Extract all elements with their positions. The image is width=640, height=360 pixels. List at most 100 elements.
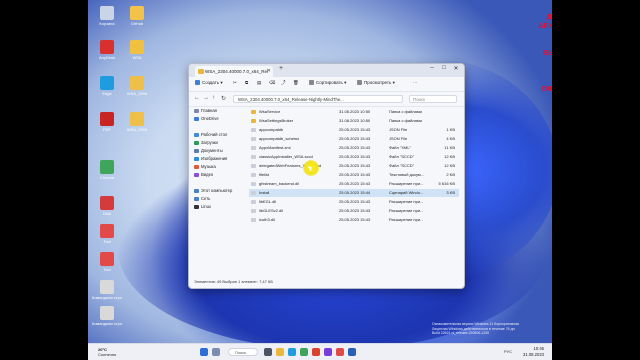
file-row[interactable]: appcompatdb_schema 25.05.2023 15:43 JSON F… (249, 135, 459, 143)
command-bar: Создать ▾ ✂ ⧉ ▤ ⌫ ⤴ 🗑 Сортировать ▾ Прос… (189, 77, 464, 92)
file-name: Install (259, 190, 270, 195)
navigation-pane: Главная OneDrive Рабочий стол Загрузки Докум… (189, 106, 247, 276)
file-row[interactable]: libGLESv2.dll 25.05.2023 15:43 Расширение … (249, 207, 459, 215)
cut-icon[interactable]: ✂ (233, 80, 237, 86)
sort-button[interactable]: Сортировать ▾ (309, 80, 346, 86)
desktop-icon[interactable]: Tool (92, 224, 122, 244)
file-row[interactable]: Install 25.05.2023 15:44 Сценарий Windo...… (249, 189, 459, 197)
delete-icon[interactable]: 🗑 (293, 80, 299, 86)
file-row[interactable]: AppxManifest.xml 25.05.2023 15:43 Файл "XM… (249, 144, 459, 152)
desktop-icon-label: Командная строка (92, 295, 122, 300)
file-explorer-icon[interactable] (276, 348, 284, 356)
sidebar-item[interactable]: Сеть (194, 196, 210, 201)
sidebar-item[interactable]: Видео (194, 172, 213, 177)
copy-icon[interactable]: ⧉ (245, 80, 248, 85)
file-date: 25.05.2023 15:43 (339, 208, 371, 213)
terminal-icon[interactable] (348, 348, 356, 356)
file-row[interactable]: gfxstream_backend.dll 25.05.2023 15:43 Рас… (249, 180, 459, 188)
window-titlebar[interactable]: WSA_2304.40000.7.0_x64_Rel ✕ + – □ ✕ (189, 64, 464, 77)
app-icon (100, 40, 114, 54)
desktop-icon[interactable]: PDF (92, 112, 122, 132)
address-bar[interactable]: WSA_2304.40000.7.0_x64_Release-Nightly-M… (233, 95, 403, 103)
store-icon[interactable] (312, 348, 320, 356)
sidebar-item[interactable]: Linux (194, 204, 211, 209)
file-explorer-window[interactable]: WSA_2304.40000.7.0_x64_Rel ✕ + – □ ✕ Соз… (188, 63, 465, 289)
desktop-icon-label: Tool (103, 267, 111, 272)
explorer-tab[interactable]: WSA_2304.40000.7.0_x64_Rel ✕ (195, 66, 273, 77)
share-icon[interactable]: ⤴ (281, 80, 286, 86)
file-row[interactable]: filelist 25.05.2023 15:43 Текстовый докум.… (249, 171, 459, 179)
desktop-icon[interactable]: Командная строка (92, 306, 122, 326)
edge-icon[interactable] (288, 348, 296, 356)
file-icon (251, 155, 256, 159)
view-button[interactable]: Просмотреть ▾ (357, 80, 395, 86)
sidebar-item[interactable]: Главная (194, 108, 217, 113)
tool-icon[interactable] (336, 348, 344, 356)
paste-icon[interactable]: ▤ (257, 80, 261, 86)
file-date: 25.05.2023 15:43 (339, 217, 371, 222)
system-tray[interactable]: РУС (504, 349, 512, 354)
desktop-icon[interactable]: WSA (122, 40, 152, 60)
up-icon[interactable]: ↑ (212, 95, 215, 101)
file-row[interactable]: WsaSettingsBroker 31.08.2023 10:50 Папка с… (249, 117, 459, 125)
sidebar-item[interactable]: Изображения (194, 156, 227, 161)
file-name: appcompatdb_schema (259, 136, 300, 141)
activation-watermark: Ознакомительная версия Windows 11 Корпор… (432, 322, 542, 336)
desktop-icon[interactable]: Корзина (92, 6, 122, 26)
desktop-icon[interactable]: Командная строка (92, 280, 122, 300)
file-row[interactable]: libEGL.dll 25.05.2023 15:43 Расширение при… (249, 198, 459, 206)
file-type: Расширение при... (389, 217, 424, 222)
minimize-icon[interactable]: – (426, 65, 438, 71)
desktop-icon[interactable]: GitHub (122, 6, 152, 26)
image-icon (194, 156, 199, 161)
task-view-icon[interactable] (264, 348, 272, 356)
sidebar-item[interactable]: OneDrive (194, 116, 219, 121)
file-name: appcompatdb (259, 127, 284, 132)
desktop-icon[interactable]: WSA_2304 (122, 76, 152, 96)
tab-close-icon[interactable]: ✕ (267, 66, 271, 77)
desktop-icon[interactable]: Chrome (92, 160, 122, 180)
sidebar-item[interactable]: Этот компьютер (194, 188, 232, 193)
sidebar-item[interactable]: Музыка (194, 164, 216, 169)
file-row[interactable]: lcuth3.dll 25.05.2023 15:43 Расширение при… (249, 216, 459, 224)
sidebar-item[interactable]: Загрузки (194, 140, 218, 145)
close-window-icon[interactable]: ✕ (450, 65, 462, 72)
sidebar-item[interactable]: Документы (194, 148, 223, 153)
forward-icon[interactable]: → (203, 95, 209, 101)
start-icon[interactable] (200, 348, 208, 356)
chrome-icon[interactable] (300, 348, 308, 356)
search-icon[interactable] (212, 348, 220, 356)
clock[interactable]: 10:46 31.08.2023 (523, 346, 544, 358)
weather-widget[interactable]: 20°C Солнечно (98, 347, 116, 357)
create-button[interactable]: Создать ▾ (195, 80, 223, 86)
file-row[interactable]: appcompatdb 25.05.2023 15:43 JSON File 1 KB (249, 126, 459, 134)
rename-icon[interactable]: ⌫ (269, 80, 275, 86)
app-icon[interactable] (324, 348, 332, 356)
app-icon (100, 224, 114, 238)
more-options-icon[interactable]: ··· (413, 80, 418, 85)
taskbar-search[interactable]: Поиск (228, 348, 258, 356)
desktop-icon-label: Chrome (99, 175, 115, 180)
search-input[interactable]: Поиск (409, 95, 457, 103)
sidebar-item[interactable]: Рабочий стол (194, 132, 227, 137)
new-tab-icon[interactable]: + (279, 65, 283, 72)
file-row[interactable]: WsaService 31.08.2023 10:50 Папка с файлам… (249, 108, 459, 116)
desktop-icon[interactable]: Tool (92, 252, 122, 272)
maximize-icon[interactable]: □ (438, 65, 450, 71)
refresh-icon[interactable]: ↻ (221, 95, 226, 102)
file-icon (251, 182, 256, 186)
file-row[interactable]: classicAppInstaller_WSA.sccd 25.05.2023 1… (249, 153, 459, 161)
file-name: filelist (259, 172, 270, 177)
instruction-text: Далее в папке с архивом нажимаем ПКМ на … (538, 12, 552, 93)
desktop-icon[interactable]: AnyDesk (92, 40, 122, 60)
file-date: 31.08.2023 10:50 (339, 109, 371, 114)
desktop-icon[interactable]: Edge (92, 76, 122, 96)
taskbar: 20°C Солнечно Поиск РУС 10:46 31.08.2023 (88, 343, 552, 360)
folder-icon (251, 119, 256, 123)
file-row[interactable]: delegatedWebFeatures_WSA.sccd 25.05.2023 … (249, 162, 459, 170)
desktop-icon[interactable]: Disk (92, 196, 122, 216)
desktop-icon[interactable]: WSA_2304 (122, 112, 152, 132)
file-type: Текстовый докум... (389, 172, 424, 177)
file-date: 25.05.2023 15:43 (339, 172, 371, 177)
back-icon[interactable]: ← (194, 95, 200, 101)
